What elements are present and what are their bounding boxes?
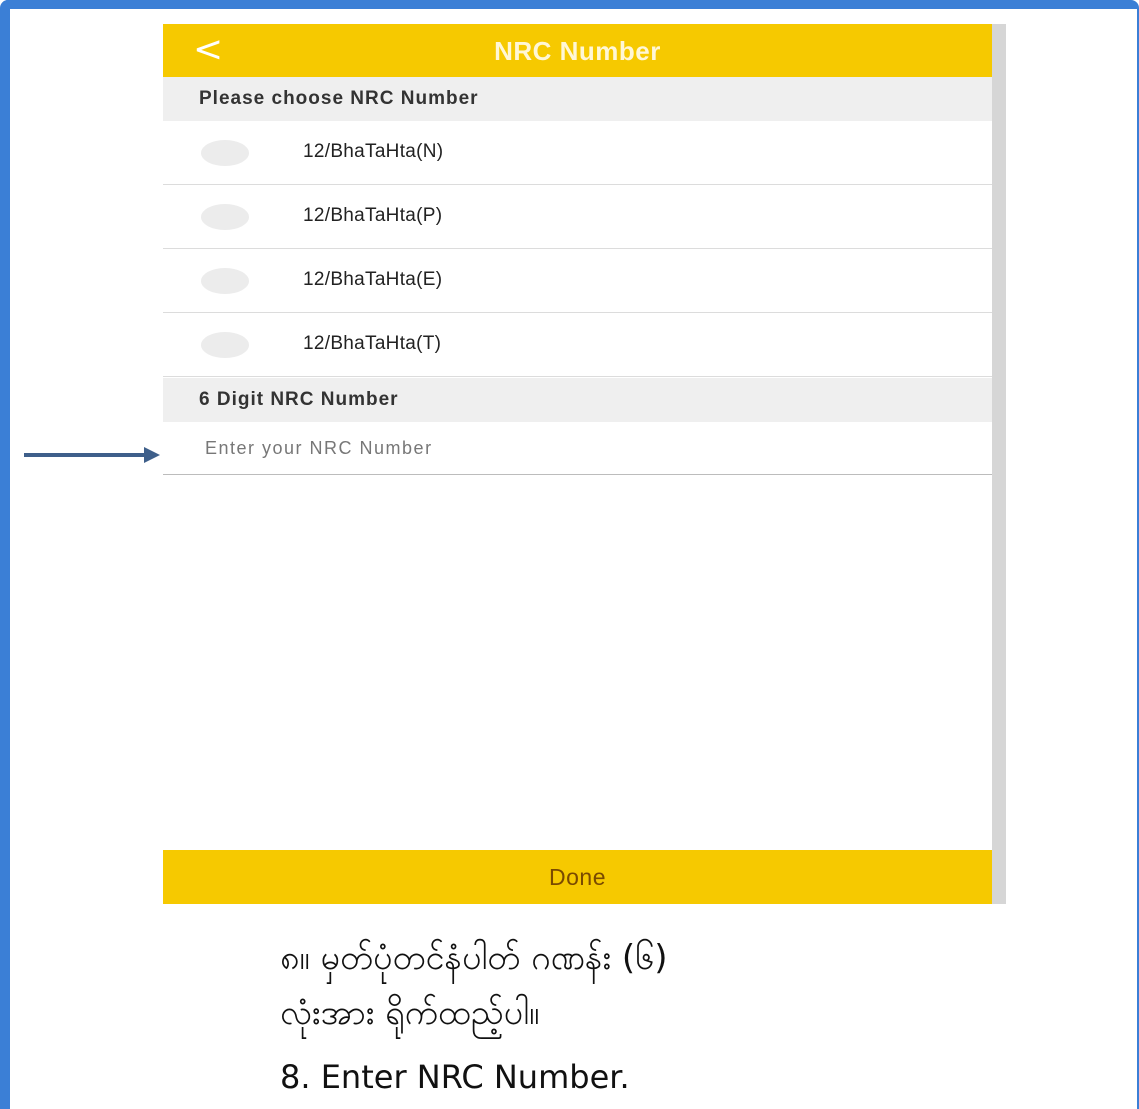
nrc-option-row[interactable]: 12/BhaTaHta(N)	[163, 121, 992, 185]
nrc-option-label: 12/BhaTaHta(E)	[303, 269, 443, 290]
nrc-number-input[interactable]	[163, 422, 992, 475]
nrc-option-label: 12/BhaTaHta(P)	[303, 205, 443, 226]
nrc-option-row[interactable]: 12/BhaTaHta(T)	[163, 313, 992, 377]
caption-myanmar-line2: လုံးအား ရိုက်ထည့်ပါ။	[280, 993, 540, 1033]
radio-circle-icon[interactable]	[201, 204, 249, 230]
page-title: NRC Number	[494, 36, 661, 66]
radio-circle-icon[interactable]	[201, 140, 249, 166]
done-button[interactable]: Done	[163, 850, 992, 904]
caption-english: 8. Enter NRC Number.	[280, 1058, 630, 1096]
section-header-digits: 6 Digit NRC Number	[163, 378, 992, 422]
nrc-option-row[interactable]: 12/BhaTaHta(E)	[163, 249, 992, 313]
app-header: < NRC Number	[163, 24, 992, 77]
pointer-arrow-icon	[24, 447, 160, 463]
phone-screen: < NRC Number Please choose NRC Number 12…	[163, 24, 1006, 904]
radio-circle-icon[interactable]	[201, 268, 249, 294]
nrc-option-row[interactable]: 12/BhaTaHta(P)	[163, 185, 992, 249]
nrc-option-label: 12/BhaTaHta(N)	[303, 141, 444, 162]
caption-myanmar-line1: ၈။ မှတ်ပုံတင်နံပါတ် ဂဏန်း (၆)	[280, 938, 668, 978]
section-header-choose: Please choose NRC Number	[163, 77, 992, 121]
radio-circle-icon[interactable]	[201, 332, 249, 358]
nrc-option-label: 12/BhaTaHta(T)	[303, 333, 442, 354]
